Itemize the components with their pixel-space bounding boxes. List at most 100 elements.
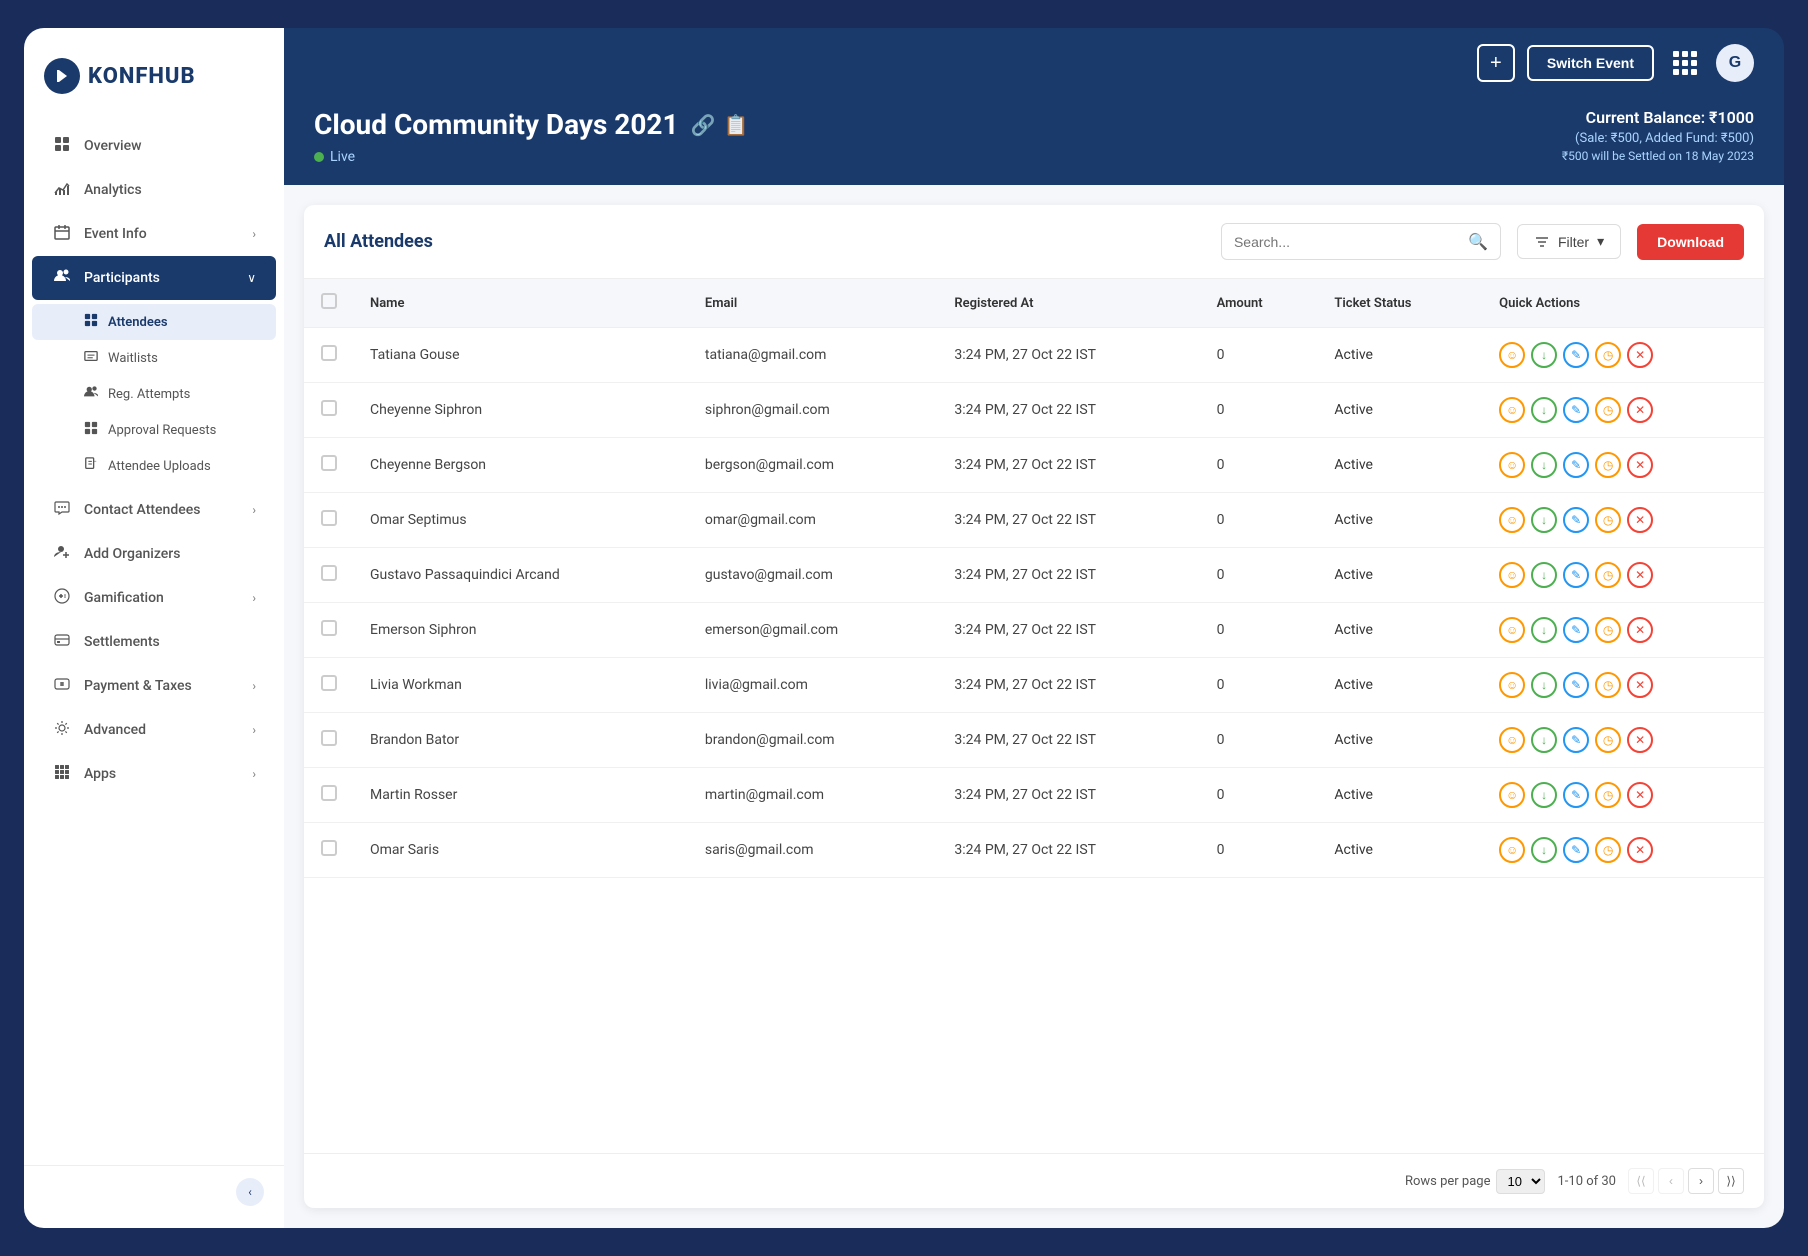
action-time-icon[interactable]: ◷ [1595, 727, 1621, 753]
row-registered-at: 3:24 PM, 27 Oct 22 IST [938, 713, 1200, 768]
action-close-icon[interactable]: ✕ [1627, 452, 1653, 478]
action-close-icon[interactable]: ✕ [1627, 562, 1653, 588]
switch-event-button[interactable]: Switch Event [1527, 45, 1654, 81]
action-close-icon[interactable]: ✕ [1627, 397, 1653, 423]
action-close-icon[interactable]: ✕ [1627, 507, 1653, 533]
action-smile-icon[interactable]: ☺ [1499, 837, 1525, 863]
action-edit-icon[interactable]: ✎ [1563, 452, 1589, 478]
action-time-icon[interactable]: ◷ [1595, 837, 1621, 863]
sidebar-item-approval-requests[interactable]: Approval Requests [32, 412, 276, 448]
action-edit-icon[interactable]: ✎ [1563, 837, 1589, 863]
action-download-icon[interactable]: ↓ [1531, 397, 1557, 423]
action-edit-icon[interactable]: ✎ [1563, 782, 1589, 808]
sidebar-item-add-organizers[interactable]: Add Organizers [32, 532, 276, 576]
filter-button[interactable]: Filter ▾ [1517, 224, 1621, 259]
action-smile-icon[interactable]: ☺ [1499, 562, 1525, 588]
sidebar-item-analytics[interactable]: Analytics [32, 168, 276, 212]
chevron-right-icon: › [252, 227, 256, 241]
action-time-icon[interactable]: ◷ [1595, 397, 1621, 423]
action-edit-icon[interactable]: ✎ [1563, 617, 1589, 643]
action-smile-icon[interactable]: ☺ [1499, 617, 1525, 643]
action-download-icon[interactable]: ↓ [1531, 507, 1557, 533]
action-smile-icon[interactable]: ☺ [1499, 452, 1525, 478]
sidebar-item-contact-attendees[interactable]: Contact Attendees › [32, 488, 276, 532]
action-download-icon[interactable]: ↓ [1531, 562, 1557, 588]
action-smile-icon[interactable]: ☺ [1499, 727, 1525, 753]
action-download-icon[interactable]: ↓ [1531, 727, 1557, 753]
row-checkbox[interactable] [321, 675, 337, 691]
action-time-icon[interactable]: ◷ [1595, 342, 1621, 368]
action-edit-icon[interactable]: ✎ [1563, 397, 1589, 423]
row-checkbox[interactable] [321, 510, 337, 526]
row-checkbox[interactable] [321, 620, 337, 636]
row-status: Active [1318, 713, 1483, 768]
select-all-checkbox[interactable] [321, 293, 337, 309]
sidebar-item-attendees[interactable]: Attendees [32, 304, 276, 340]
action-smile-icon[interactable]: ☺ [1499, 672, 1525, 698]
action-close-icon[interactable]: ✕ [1627, 727, 1653, 753]
rows-per-page-select[interactable]: 10 25 50 [1496, 1169, 1545, 1194]
action-download-icon[interactable]: ↓ [1531, 617, 1557, 643]
action-smile-icon[interactable]: ☺ [1499, 782, 1525, 808]
contact-icon [52, 500, 72, 520]
action-time-icon[interactable]: ◷ [1595, 452, 1621, 478]
action-download-icon[interactable]: ↓ [1531, 672, 1557, 698]
link-icon[interactable]: 🔗 [691, 113, 716, 137]
user-avatar-button[interactable]: G [1716, 44, 1754, 82]
row-checkbox[interactable] [321, 565, 337, 581]
sidebar-item-advanced[interactable]: Advanced › [32, 708, 276, 752]
search-input[interactable] [1234, 234, 1460, 250]
next-page-button[interactable]: › [1688, 1168, 1714, 1194]
action-edit-icon[interactable]: ✎ [1563, 562, 1589, 588]
action-download-icon[interactable]: ↓ [1531, 452, 1557, 478]
row-checkbox[interactable] [321, 840, 337, 856]
sidebar-item-apps[interactable]: Apps › [32, 752, 276, 796]
row-checkbox[interactable] [321, 455, 337, 471]
first-page-button[interactable]: ⟨⟨ [1628, 1168, 1654, 1194]
sidebar-item-payment-taxes[interactable]: Payment & Taxes › [32, 664, 276, 708]
sidebar-item-participants[interactable]: Participants ∨ [32, 256, 276, 300]
action-smile-icon[interactable]: ☺ [1499, 397, 1525, 423]
action-close-icon[interactable]: ✕ [1627, 837, 1653, 863]
row-checkbox[interactable] [321, 345, 337, 361]
row-checkbox[interactable] [321, 730, 337, 746]
action-time-icon[interactable]: ◷ [1595, 562, 1621, 588]
action-edit-icon[interactable]: ✎ [1563, 672, 1589, 698]
download-button[interactable]: Download [1637, 224, 1744, 260]
copy-icon[interactable]: 📋 [723, 113, 748, 137]
row-checkbox[interactable] [321, 785, 337, 801]
chevron-right-icon: › [252, 723, 256, 737]
table-row: Cheyenne Siphron siphron@gmail.com 3:24 … [304, 383, 1764, 438]
action-time-icon[interactable]: ◷ [1595, 672, 1621, 698]
action-download-icon[interactable]: ↓ [1531, 837, 1557, 863]
action-edit-icon[interactable]: ✎ [1563, 507, 1589, 533]
sidebar-item-overview[interactable]: Overview [32, 124, 276, 168]
sidebar-item-gamification[interactable]: Gamification › [32, 576, 276, 620]
sidebar-item-event-info[interactable]: Event Info › [32, 212, 276, 256]
sidebar-item-reg-attempts[interactable]: Reg. Attempts [32, 376, 276, 412]
attendees-icon [84, 313, 98, 331]
action-close-icon[interactable]: ✕ [1627, 617, 1653, 643]
action-smile-icon[interactable]: ☺ [1499, 507, 1525, 533]
action-smile-icon[interactable]: ☺ [1499, 342, 1525, 368]
sidebar-item-waitlists[interactable]: Waitlists [32, 340, 276, 376]
collapse-sidebar-button[interactable]: ‹ [236, 1178, 264, 1206]
payment-icon [52, 676, 72, 696]
action-download-icon[interactable]: ↓ [1531, 782, 1557, 808]
action-close-icon[interactable]: ✕ [1627, 342, 1653, 368]
sidebar-item-settlements[interactable]: Settlements [32, 620, 276, 664]
action-time-icon[interactable]: ◷ [1595, 782, 1621, 808]
action-close-icon[interactable]: ✕ [1627, 782, 1653, 808]
action-time-icon[interactable]: ◷ [1595, 617, 1621, 643]
action-time-icon[interactable]: ◷ [1595, 507, 1621, 533]
prev-page-button[interactable]: ‹ [1658, 1168, 1684, 1194]
row-checkbox[interactable] [321, 400, 337, 416]
action-close-icon[interactable]: ✕ [1627, 672, 1653, 698]
sidebar-item-attendee-uploads[interactable]: Attendee Uploads [32, 448, 276, 484]
add-button[interactable]: + [1477, 44, 1515, 82]
last-page-button[interactable]: ⟩⟩ [1718, 1168, 1744, 1194]
action-download-icon[interactable]: ↓ [1531, 342, 1557, 368]
action-edit-icon[interactable]: ✎ [1563, 342, 1589, 368]
action-edit-icon[interactable]: ✎ [1563, 727, 1589, 753]
grid-menu-button[interactable] [1666, 44, 1704, 82]
